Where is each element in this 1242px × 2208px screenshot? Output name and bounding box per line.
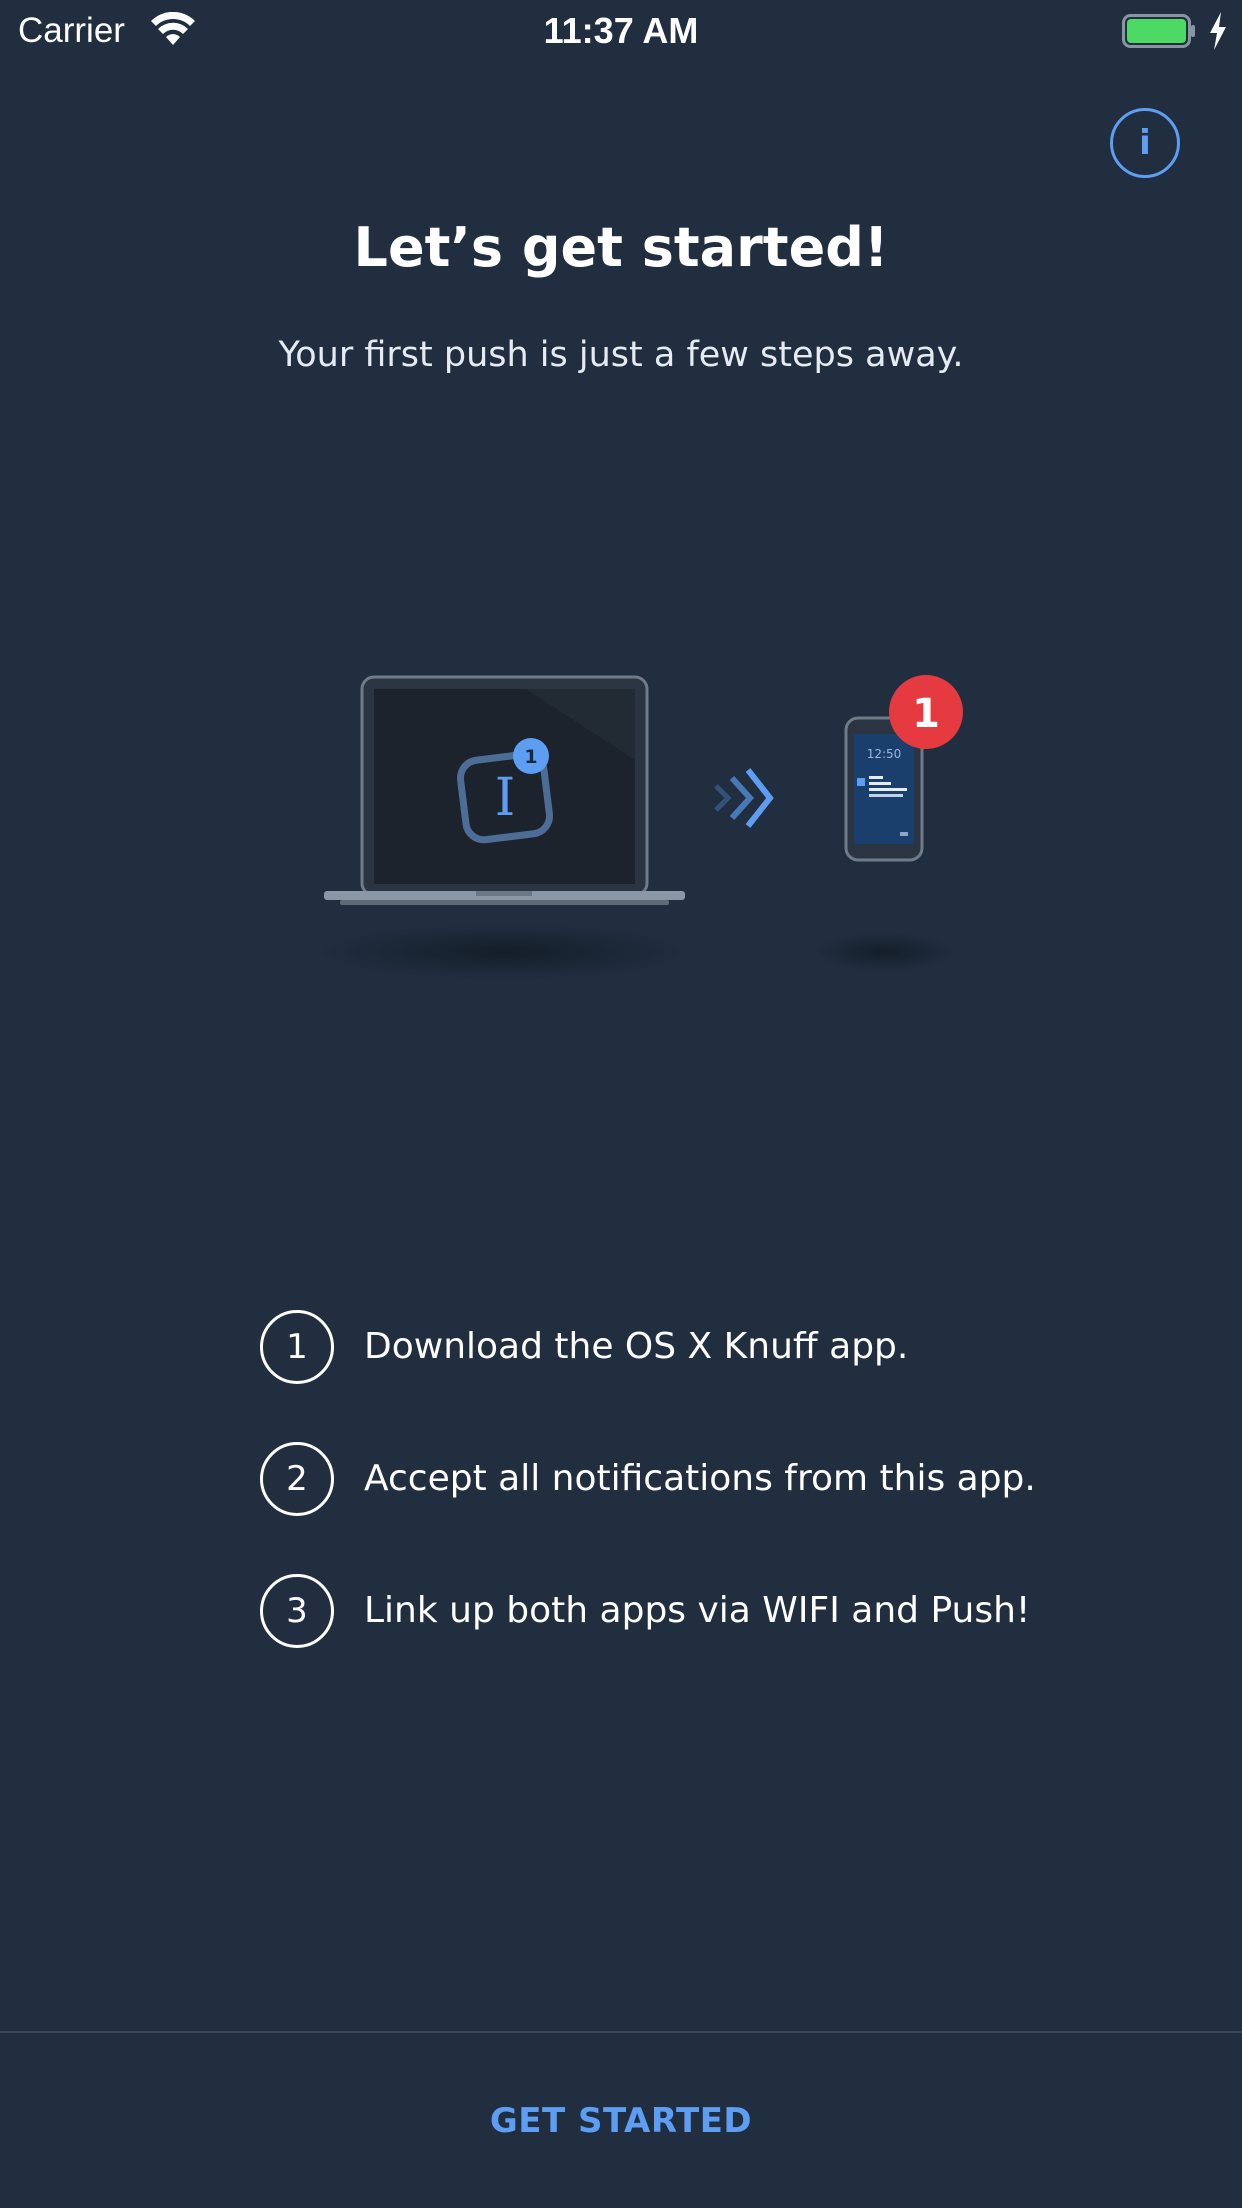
step-text: Link up both apps via WIFI and Push! (364, 1590, 1031, 1631)
page-title: Let’s get started! (353, 216, 889, 279)
step-item: 1 Download the OS X Knuff app. (260, 1310, 1160, 1384)
step-text: Accept all notifications from this app. (364, 1458, 1036, 1499)
charging-bolt-icon (1210, 12, 1226, 50)
step-text: Download the OS X Knuff app. (364, 1326, 909, 1367)
phone-badge-count: 1 (912, 691, 940, 737)
status-bar: Carrier 11:37 AM (0, 0, 1242, 62)
battery-icon (1122, 14, 1195, 48)
phone-clock: 12:50 (867, 747, 902, 761)
mac-to-iphone-illustration: I 1 12:50 1 (315, 675, 963, 980)
step-number-badge: 1 (260, 1310, 334, 1384)
svg-text:I: I (495, 768, 516, 828)
double-chevron-icon (714, 768, 774, 828)
step-number-badge: 2 (260, 1442, 334, 1516)
step-item: 3 Link up both apps via WIFI and Push! (260, 1574, 1160, 1648)
info-icon: i (1139, 123, 1151, 163)
mac-badge-count: 1 (524, 746, 537, 768)
step-item: 2 Accept all notifications from this app… (260, 1442, 1160, 1516)
onboarding-screen: Carrier 11:37 AM i Let’s get started! Yo… (0, 0, 1242, 2208)
page-subtitle: Your first push is just a few steps away… (278, 335, 964, 375)
laptop-icon: I 1 (324, 675, 685, 905)
step-number-badge: 3 (260, 1574, 334, 1648)
get-started-button[interactable]: GET STARTED (0, 2033, 1242, 2208)
status-time: 11:37 AM (543, 10, 699, 51)
info-button[interactable]: i (1110, 108, 1180, 178)
